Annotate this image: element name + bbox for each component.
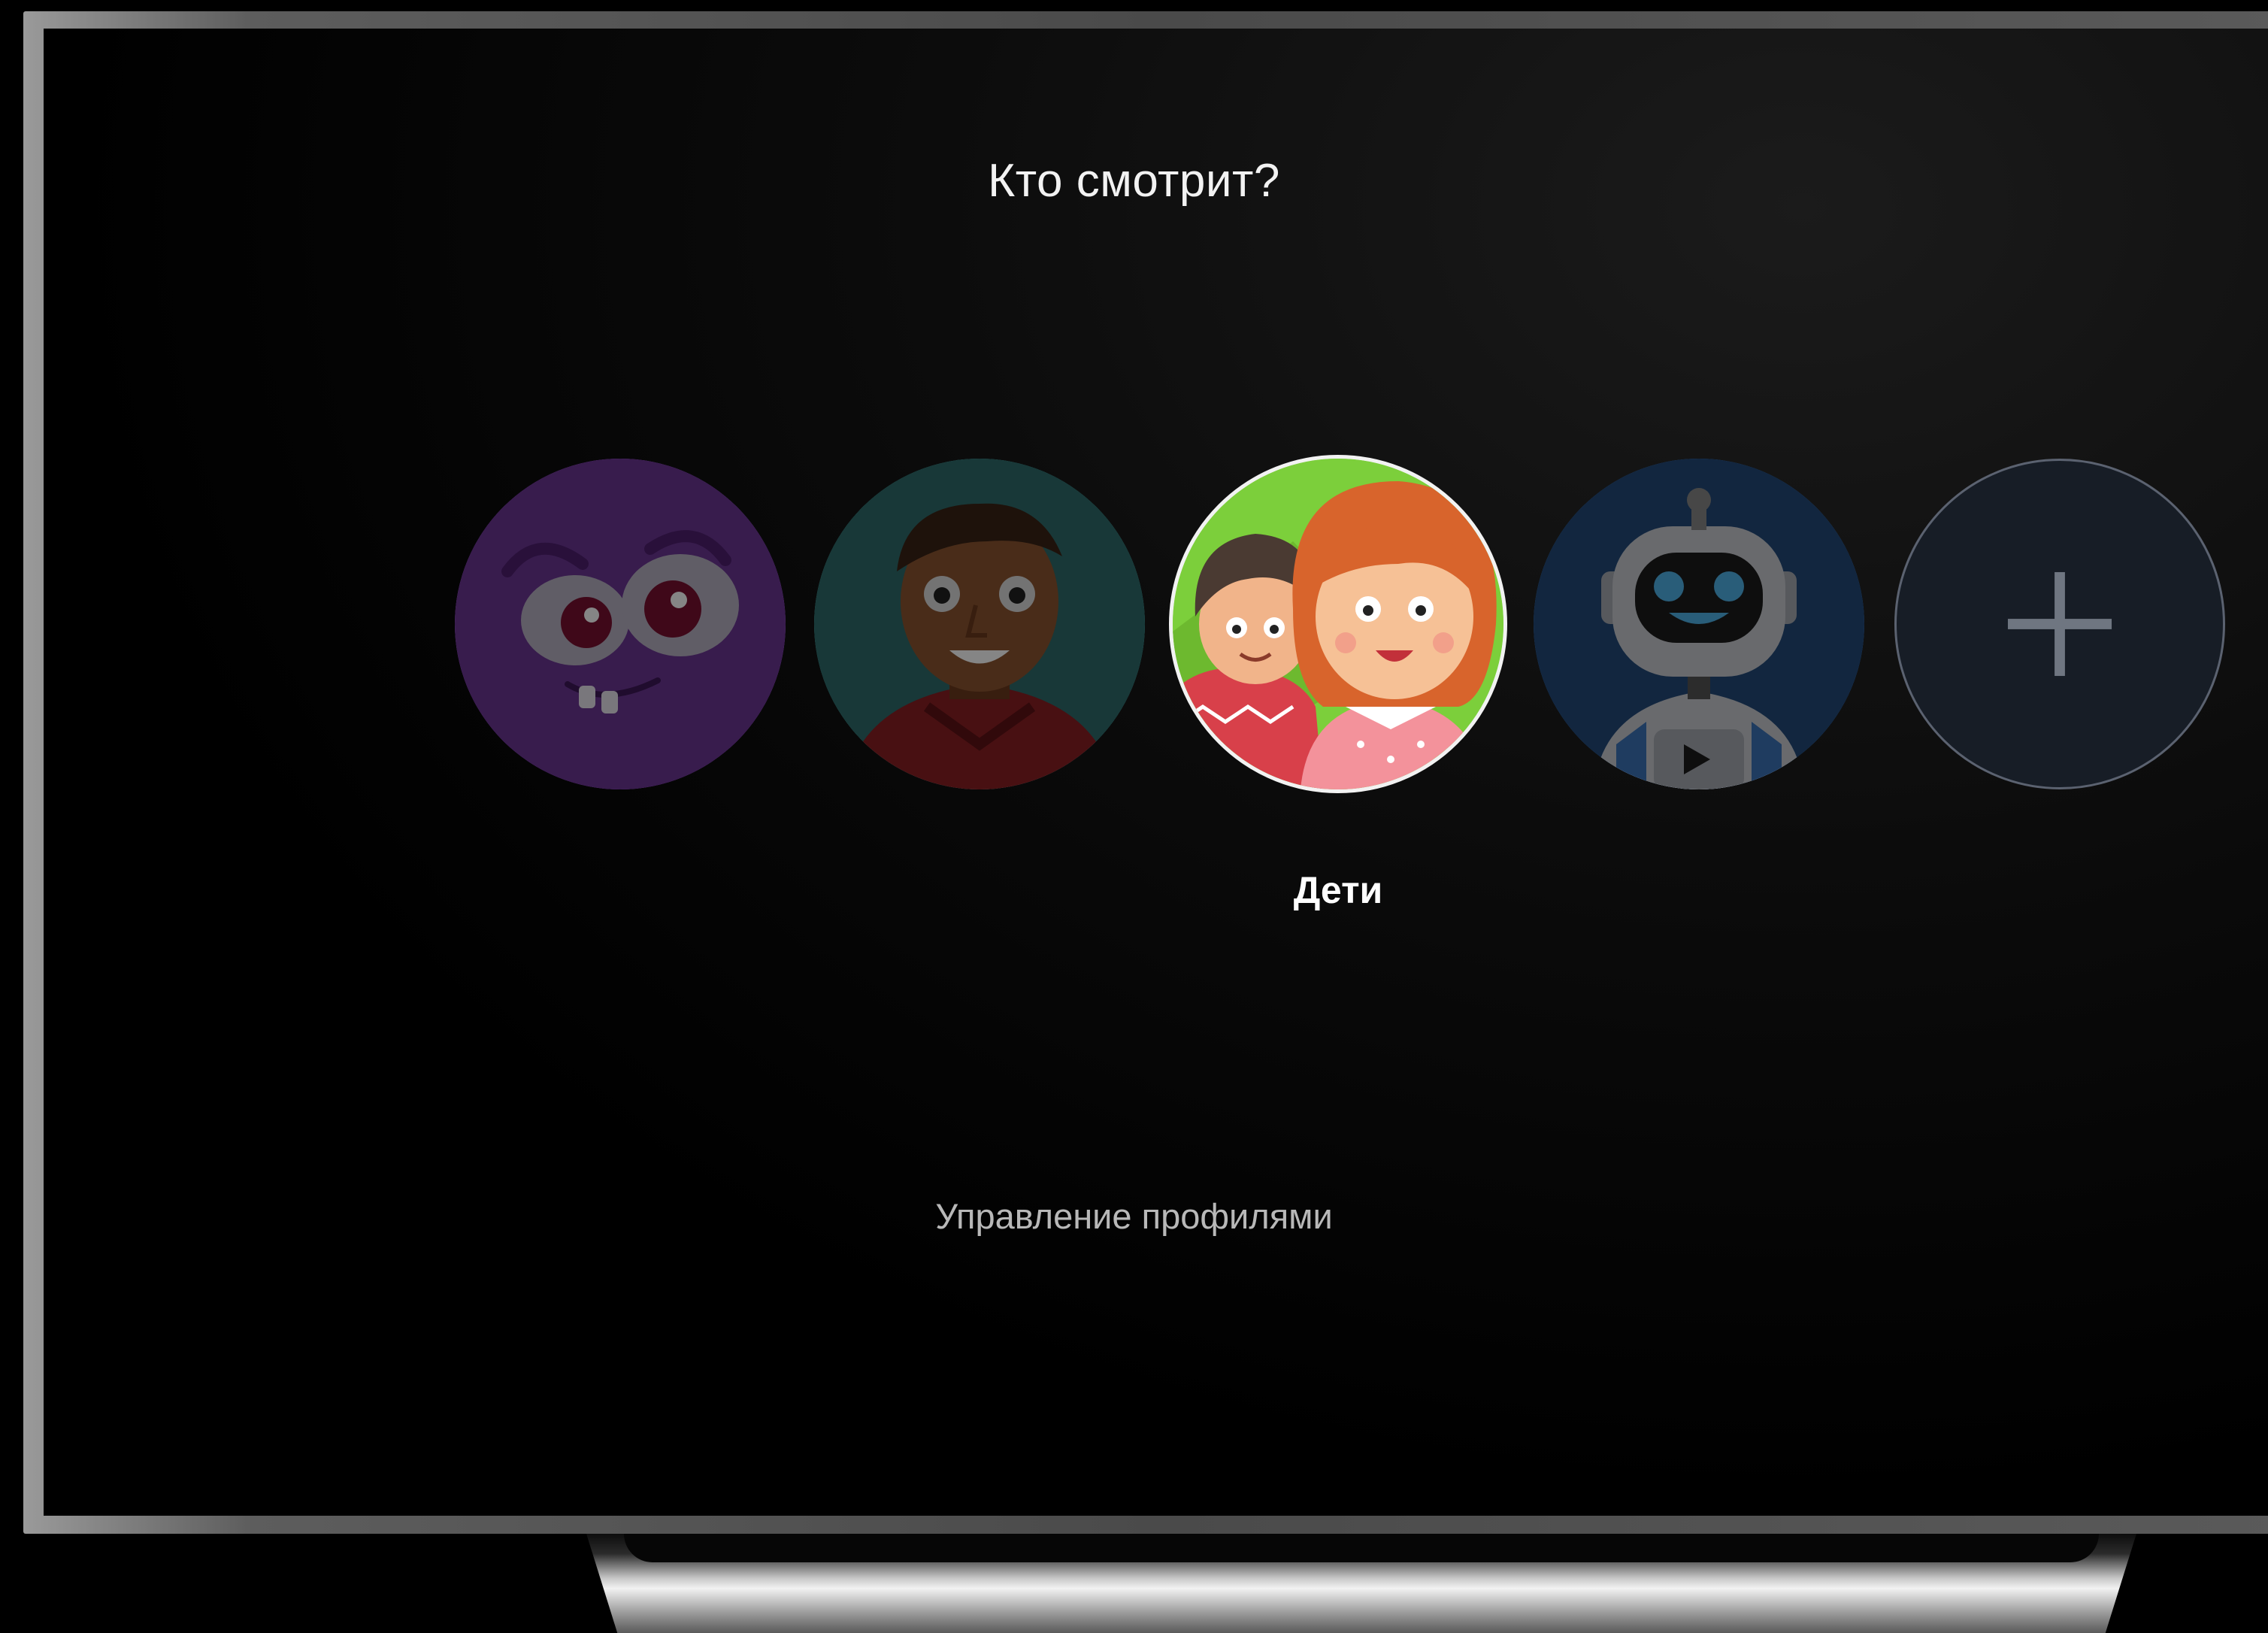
profile-dim-overlay [455, 459, 786, 789]
profile-dim-overlay [814, 459, 1145, 789]
profile-dim-overlay [1534, 459, 1864, 789]
profile-robot[interactable] [1534, 459, 1864, 789]
profile-man[interactable] [814, 459, 1145, 789]
manage-profiles-link[interactable]: Управление профилями [0, 1195, 2268, 1237]
selected-profile-label: Дети [1293, 869, 1383, 911]
profile-monster[interactable] [455, 459, 786, 789]
tv-scene: Кто смотрит? Дети Управление профилями [0, 0, 2268, 1633]
add-profile-button[interactable] [1894, 459, 2225, 789]
tv-screen [44, 29, 2268, 1516]
profile-kids[interactable] [1169, 455, 1507, 793]
kids-avatar [1173, 459, 1503, 789]
page-title: Кто смотрит? [988, 155, 1280, 207]
plus-icon [2007, 571, 2112, 677]
tv-stand-shadow [624, 1534, 2099, 1562]
